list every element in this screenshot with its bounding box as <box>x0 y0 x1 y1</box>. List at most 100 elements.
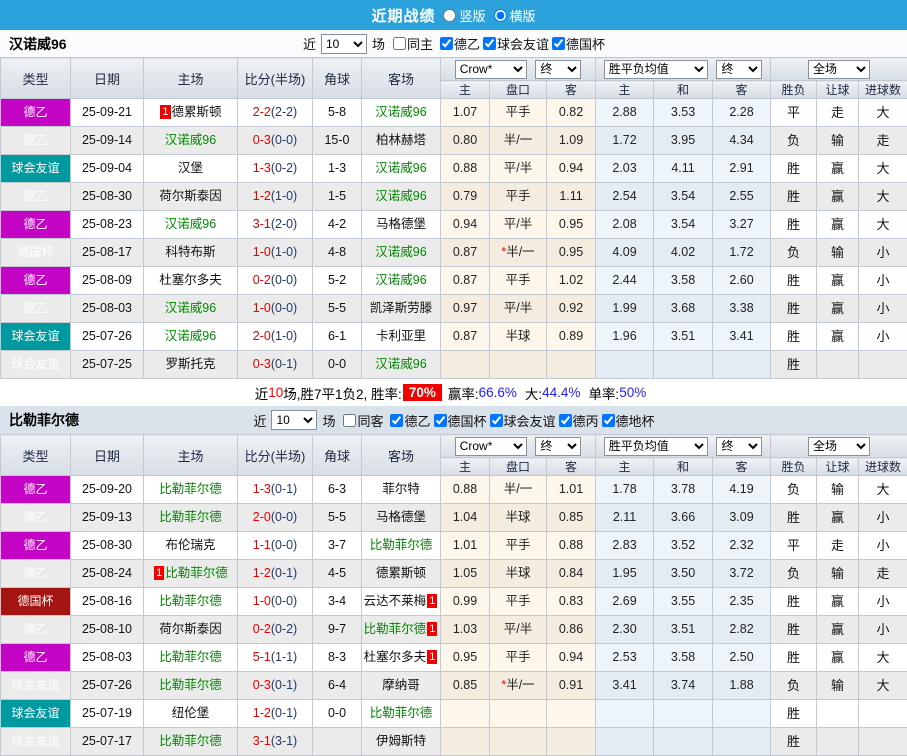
team-name[interactable]: 布伦瑞克 <box>165 538 215 552</box>
league-checkbox[interactable] <box>602 414 615 427</box>
match-date: 25-08-16 <box>71 588 144 616</box>
team-name[interactable]: 汉诺威96 <box>165 301 216 315</box>
team-name[interactable]: 汉诺威96 <box>375 245 426 259</box>
recent-count-select[interactable]: 10 <box>271 410 317 430</box>
handicap-cell <box>490 700 547 728</box>
layout-vertical-option[interactable]: 竖版 <box>443 6 485 25</box>
team-name[interactable]: 德累斯顿 <box>376 566 426 580</box>
team-name[interactable]: 比勒菲尔德 <box>159 650 222 664</box>
result-goals-cell: 小 <box>859 295 907 323</box>
league-checkbox[interactable] <box>490 414 503 427</box>
odds-time-select[interactable]: 终 <box>535 60 581 79</box>
team-name[interactable]: 比勒菲尔德 <box>370 706 433 720</box>
league-filter-option[interactable]: 球会友谊 <box>480 34 549 53</box>
match-date: 25-08-30 <box>71 183 144 211</box>
same-venue-option[interactable]: 同客 <box>340 411 383 430</box>
league-filter-option[interactable]: 德乙 <box>387 411 430 430</box>
league-checkbox[interactable] <box>559 414 572 427</box>
team-name[interactable]: 比勒菲尔德 <box>370 538 433 552</box>
team-name[interactable]: 罗斯托克 <box>165 357 215 371</box>
team-name[interactable]: 汉诺威96 <box>165 329 216 343</box>
league-checkbox-label: 德国杯 <box>566 34 605 53</box>
team-name[interactable]: 汉诺威96 <box>375 161 426 175</box>
team-name[interactable]: 卡利亚里 <box>376 329 426 343</box>
league-checkbox[interactable] <box>483 37 496 50</box>
team-name[interactable]: 汉诺威96 <box>375 189 426 203</box>
recent-count-select[interactable]: 10 <box>321 34 367 54</box>
league-filter-option[interactable]: 德乙 <box>437 34 480 53</box>
team-name[interactable]: 汉诺威96 <box>375 357 426 371</box>
team-name[interactable]: 德累斯顿 <box>172 105 222 119</box>
team-name[interactable]: 菲尔特 <box>382 482 420 496</box>
odds-time-select[interactable]: 终 <box>535 437 581 456</box>
team-name[interactable]: 伊姆斯特 <box>376 734 426 748</box>
team-name[interactable]: 汉堡 <box>178 161 203 175</box>
team-name[interactable]: 科特布斯 <box>165 245 215 259</box>
wdl-type-select[interactable]: 胜平负均值 <box>604 60 708 79</box>
wdl-time-select[interactable]: 终 <box>716 60 762 79</box>
team-name[interactable]: 马格德堡 <box>376 217 426 231</box>
league-checkbox[interactable] <box>390 414 403 427</box>
result-goals-cell: 大 <box>859 644 907 672</box>
league-type-cell: 德乙 <box>1 99 71 127</box>
handicap-cell: 平/半 <box>490 295 547 323</box>
same-venue-checkbox[interactable] <box>393 37 406 50</box>
wdl-group-header: 胜平负均值 终 <box>596 435 771 458</box>
team-name[interactable]: 荷尔斯泰因 <box>159 622 222 636</box>
same-venue-checkbox[interactable] <box>343 414 356 427</box>
team-name[interactable]: 比勒菲尔德 <box>159 510 222 524</box>
team-name[interactable]: 汉诺威96 <box>375 273 426 287</box>
corner-score-cell: 1-3 <box>313 155 362 183</box>
team-name[interactable]: 杜塞尔多夫 <box>364 650 427 664</box>
team-name[interactable]: 汉诺威96 <box>375 105 426 119</box>
col-home: 主场 <box>144 435 238 476</box>
team-name[interactable]: 比勒菲尔德 <box>159 678 222 692</box>
result-goals-cell: 大 <box>859 476 907 504</box>
league-checkbox[interactable] <box>434 414 447 427</box>
league-filter-option[interactable]: 德国杯 <box>549 34 605 53</box>
team-name[interactable]: 比勒菲尔德 <box>165 566 228 580</box>
league-filter-option[interactable]: 德丙 <box>556 411 599 430</box>
layout-horizontal-option[interactable]: 横版 <box>494 6 536 25</box>
avg-away-cell: 1.72 <box>713 239 771 267</box>
team-name[interactable]: 云达不莱梅 <box>364 594 427 608</box>
league-checkbox[interactable] <box>440 37 453 50</box>
odds-home-cell: 0.87 <box>441 239 490 267</box>
wdl-type-select[interactable]: 胜平负均值 <box>604 437 708 456</box>
avg-away-cell: 2.82 <box>713 616 771 644</box>
team-name[interactable]: 摩纳哥 <box>382 678 420 692</box>
team-name[interactable]: 柏林赫塔 <box>376 133 426 147</box>
team-name[interactable]: 荷尔斯泰因 <box>159 189 222 203</box>
fulltime-score: 1-0 <box>253 594 271 608</box>
handicap-rate-value: 66.6% <box>479 385 517 400</box>
team-name[interactable]: 比勒菲尔德 <box>159 734 222 748</box>
wdl-time-select[interactable]: 终 <box>716 437 762 456</box>
avg-away-cell: 2.50 <box>713 644 771 672</box>
odds-company-select[interactable]: Crow* <box>455 60 527 79</box>
league-checkbox-label: 德国杯 <box>448 411 487 430</box>
same-venue-option[interactable]: 同主 <box>390 34 433 53</box>
result-wdl-cell: 胜 <box>771 588 817 616</box>
league-checkbox[interactable] <box>552 37 565 50</box>
result-handicap-cell: 走 <box>817 99 859 127</box>
league-filter-option[interactable]: 德国杯 <box>431 411 487 430</box>
team-name[interactable]: 比勒菲尔德 <box>159 482 222 496</box>
team-name[interactable]: 凯泽斯劳滕 <box>370 301 433 315</box>
team-name[interactable]: 汉诺威96 <box>165 133 216 147</box>
corner-score-cell: 1-5 <box>313 183 362 211</box>
team-name[interactable]: 纽伦堡 <box>172 706 210 720</box>
team-name[interactable]: 比勒菲尔德 <box>159 594 222 608</box>
league-type-cell: 球会友谊 <box>1 155 71 183</box>
scope-select[interactable]: 全场 <box>808 60 870 79</box>
odds-company-select[interactable]: Crow* <box>455 437 527 456</box>
league-filter-option[interactable]: 德地杯 <box>599 411 655 430</box>
scope-select[interactable]: 全场 <box>808 437 870 456</box>
league-filter-option[interactable]: 球会友谊 <box>487 411 556 430</box>
team-name[interactable]: 汉诺威96 <box>165 217 216 231</box>
team-name[interactable]: 比勒菲尔德 <box>364 622 427 636</box>
handicap-cell: 平/半 <box>490 211 547 239</box>
team-name[interactable]: 马格德堡 <box>376 510 426 524</box>
horizontal-radio[interactable] <box>494 9 507 22</box>
team-name[interactable]: 杜塞尔多夫 <box>159 273 222 287</box>
vertical-radio[interactable] <box>443 9 456 22</box>
